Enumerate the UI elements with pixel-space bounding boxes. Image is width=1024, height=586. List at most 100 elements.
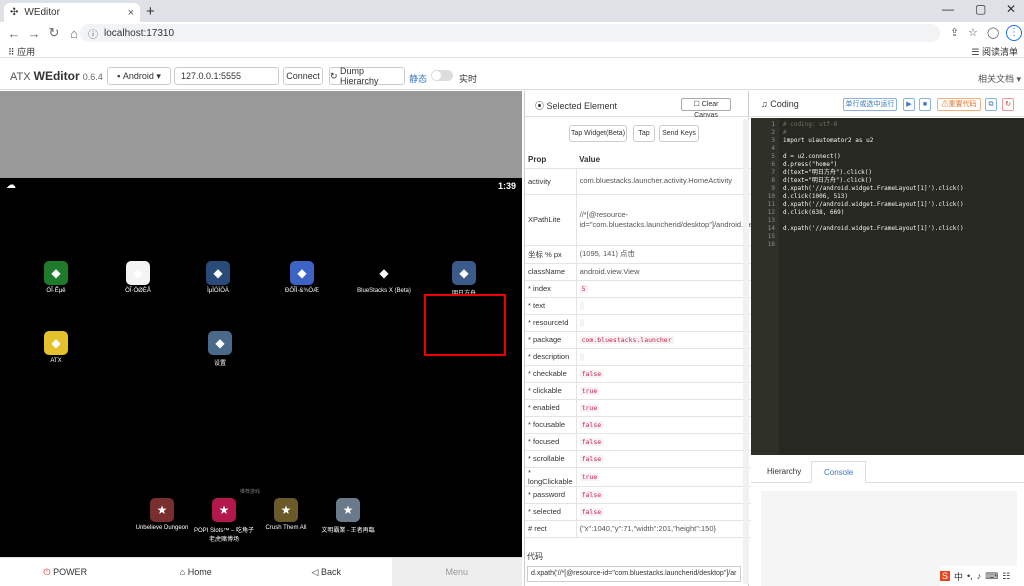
line-number: 14 bbox=[767, 225, 775, 232]
code-snippet-field[interactable]: d.xpath('//*[@resource-id="com.bluestack… bbox=[527, 566, 741, 582]
code-line[interactable]: d.xpath('//android.widget.FrameLayout[1]… bbox=[783, 201, 964, 209]
code-line[interactable]: d(text="明日方舟").click() bbox=[783, 169, 872, 177]
code-line[interactable]: # bbox=[783, 129, 787, 137]
code-line[interactable]: d.press("home") bbox=[783, 161, 837, 169]
coding-panel: ♫ Coding 单行或选中运行 ▶ ■ ⚠重置代码 ⧉ ↻ 1 # coding… bbox=[751, 91, 1024, 586]
ime-menu-icon[interactable]: ☷ bbox=[1002, 571, 1010, 582]
keyboard-icon[interactable]: ⌨ bbox=[985, 571, 998, 582]
code-line[interactable]: d.click(638, 669) bbox=[783, 209, 844, 217]
minimize-window-icon[interactable]: — bbox=[942, 2, 954, 16]
app-icon-1[interactable]: ◆ ÖÎ·ÖØÈÅ bbox=[98, 261, 178, 294]
dock-app-1[interactable]: ★ POPI Slots™ – 吃角子老虎赌博场 bbox=[192, 498, 256, 543]
app-icon-7[interactable]: ◆ 设置 bbox=[180, 331, 260, 367]
platform-dropdown[interactable]: ▪ Android ▾ bbox=[107, 67, 171, 85]
action-buttons: Tap Widget(Beta) Tap Send Keys bbox=[525, 125, 750, 143]
code-line[interactable]: d.xpath('//android.widget.FrameLayout[1]… bbox=[783, 225, 964, 233]
reset-code-button[interactable]: ⚠重置代码 bbox=[937, 98, 981, 111]
app-icon-6[interactable]: ◆ ATX bbox=[16, 331, 96, 364]
prop-name: XPathLite bbox=[525, 194, 577, 246]
browser-tab[interactable]: ✣ WEditor × bbox=[4, 3, 140, 22]
address-bar: ← → ↻ ⌂ ⓘ localhost:17310 ⇪ ☆ ◯ bbox=[0, 22, 1024, 44]
sogou-icon[interactable]: S bbox=[940, 571, 951, 581]
dock-app-0[interactable]: ★ Unbelieve Dungeon bbox=[130, 498, 194, 531]
run-icon[interactable]: ▶ bbox=[903, 98, 915, 111]
menu-button[interactable]: Menu bbox=[391, 558, 522, 586]
bookmark-star-icon[interactable]: ☆ bbox=[968, 26, 978, 39]
power-button[interactable]: ⏻ POWER bbox=[0, 558, 131, 586]
code-editor[interactable]: 1 # coding: utf-8 2 #3 import uiautomator2 a… bbox=[751, 118, 1024, 455]
code-line[interactable]: d(text="明日方舟").click() bbox=[783, 177, 872, 185]
prop-name: className bbox=[525, 263, 577, 281]
bookmarks-bar: ⠿ 应用 ☰ 阅读清单 bbox=[0, 44, 1024, 58]
stop-icon[interactable]: ■ bbox=[919, 98, 931, 111]
run-selected-button[interactable]: 单行或选中运行 bbox=[843, 98, 897, 111]
dock-app-3[interactable]: ★ 文明霸業 - 王者再臨 bbox=[316, 498, 380, 534]
profile-icon[interactable]: ◯ bbox=[987, 26, 999, 39]
docs-link[interactable]: 相关文档 ▾ bbox=[978, 72, 1021, 85]
close-window-icon[interactable]: ✕ bbox=[1006, 2, 1016, 16]
app-icon-5[interactable]: ◆ 明日方舟 bbox=[424, 261, 504, 297]
tap-widget-button[interactable]: Tap Widget(Beta) bbox=[569, 125, 627, 142]
app-icon-2[interactable]: ◆ ÌµÌÓÏÔÀ bbox=[178, 261, 258, 294]
bookmark-apps[interactable]: ⠿ 应用 bbox=[8, 45, 35, 58]
music-note-icon: ♫ bbox=[761, 99, 771, 109]
selected-element-title: Selected Element bbox=[546, 101, 618, 111]
device-screen[interactable]: ☁ 1:39 ◆ ÖÎ·Êµê ◆ ÖÎ·ÖØÈÅ ◆ ÌµÌÓÏÔÀ ◆ ÐÔÎÍ·&¾ÓÆ… bbox=[0, 91, 522, 586]
line-number: 9 bbox=[771, 185, 775, 192]
home-button[interactable]: ⌂ Home bbox=[131, 558, 262, 586]
device-address-input[interactable]: 127.0.0.1:5555 bbox=[174, 67, 279, 85]
android-home-screen[interactable]: ☁ 1:39 ◆ ÖÎ·Êµê ◆ ÖÎ·ÖØÈÅ ◆ ÌµÌÓÏÔÀ ◆ ÐÔÎÍ·&¾ÓÆ… bbox=[0, 178, 522, 561]
code-line[interactable]: d = u2.connect() bbox=[783, 153, 841, 161]
share-icon[interactable]: ⇪ bbox=[950, 26, 959, 39]
app-label: ATX bbox=[50, 358, 62, 364]
close-tab-icon[interactable]: × bbox=[128, 7, 134, 19]
chrome-menu-icon[interactable]: ⋮ bbox=[1006, 25, 1022, 41]
back-button[interactable]: ◁ Back bbox=[261, 558, 392, 586]
code-line[interactable]: import uiautomator2 as u2 bbox=[783, 137, 873, 145]
maximize-window-icon[interactable]: ▢ bbox=[975, 2, 986, 16]
connect-button[interactable]: Connect bbox=[283, 67, 323, 85]
app-icon-0[interactable]: ◆ ÖÎ·Êµê bbox=[16, 261, 96, 294]
app-icon-4[interactable]: ◆ BlueStacks X (Beta) bbox=[344, 261, 424, 294]
mic-icon[interactable]: ♪ bbox=[977, 571, 982, 581]
prop-value: 5 bbox=[579, 284, 588, 293]
tap-button[interactable]: Tap bbox=[633, 125, 655, 142]
static-label: 静态 bbox=[409, 74, 428, 84]
dock-app-label: 文明霸業 - 王者再臨 bbox=[321, 528, 375, 534]
apps-grid-icon: ⠿ bbox=[8, 47, 18, 57]
app-label: ÌµÌÓÏÔÀ bbox=[207, 288, 229, 294]
tab-hierarchy[interactable]: Hierarchy bbox=[755, 461, 813, 483]
code-line[interactable]: d.click(1006, 513) bbox=[783, 193, 848, 201]
line-number: 4 bbox=[771, 145, 775, 152]
restart-icon[interactable]: ↻ bbox=[1002, 98, 1014, 111]
dock-app-label: POPI Slots™ – 吃角子老虎赌博场 bbox=[193, 528, 254, 543]
tab-console[interactable]: Console bbox=[811, 461, 867, 483]
site-info-icon[interactable]: ⓘ bbox=[88, 26, 98, 41]
prop-value: true bbox=[579, 472, 600, 481]
clear-canvas-button[interactable]: ☐ Clear Canvas bbox=[681, 98, 731, 119]
url-field[interactable]: ⓘ localhost:17310 bbox=[80, 24, 940, 42]
prop-name: * description bbox=[525, 348, 577, 366]
reading-list[interactable]: ☰ 阅读清单 bbox=[971, 45, 1018, 58]
app-logo-icon: ◆ bbox=[44, 261, 68, 285]
prop-value bbox=[579, 301, 584, 310]
send-keys-button[interactable]: Send Keys bbox=[659, 125, 699, 142]
copy-icon[interactable]: ⧉ bbox=[985, 98, 997, 111]
app-icon-3[interactable]: ◆ ÐÔÎÍ·&¾ÓÆ bbox=[262, 261, 342, 294]
dump-hierarchy-button[interactable]: ↻ Dump Hierarchy bbox=[329, 66, 405, 86]
forward-arrow-icon[interactable]: → bbox=[24, 26, 44, 41]
realtime-toggle[interactable] bbox=[431, 70, 453, 81]
refresh-icon: ↻ bbox=[330, 70, 341, 81]
back-arrow-icon[interactable]: ← bbox=[4, 26, 24, 41]
code-line[interactable]: d.xpath('//android.widget.FrameLayout[1]… bbox=[783, 185, 964, 193]
ime-chinese-icon[interactable]: 中 bbox=[954, 570, 963, 583]
panel-scrollbar[interactable] bbox=[743, 119, 749, 584]
coding-header: ♫ Coding 单行或选中运行 ▶ ■ ⚠重置代码 ⧉ ↻ bbox=[751, 91, 1024, 117]
code-line[interactable]: # coding: utf-8 bbox=[783, 121, 837, 129]
line-number: 13 bbox=[767, 217, 775, 224]
reload-icon[interactable]: ↻ bbox=[44, 25, 64, 41]
new-tab-icon[interactable]: + bbox=[146, 3, 155, 20]
dock-app-2[interactable]: ★ Crush Them All bbox=[254, 498, 318, 531]
ime-punct-icon[interactable]: •, bbox=[967, 571, 973, 581]
selected-element-header: ⦿ Selected Element ☐ Clear Canvas bbox=[525, 91, 750, 119]
